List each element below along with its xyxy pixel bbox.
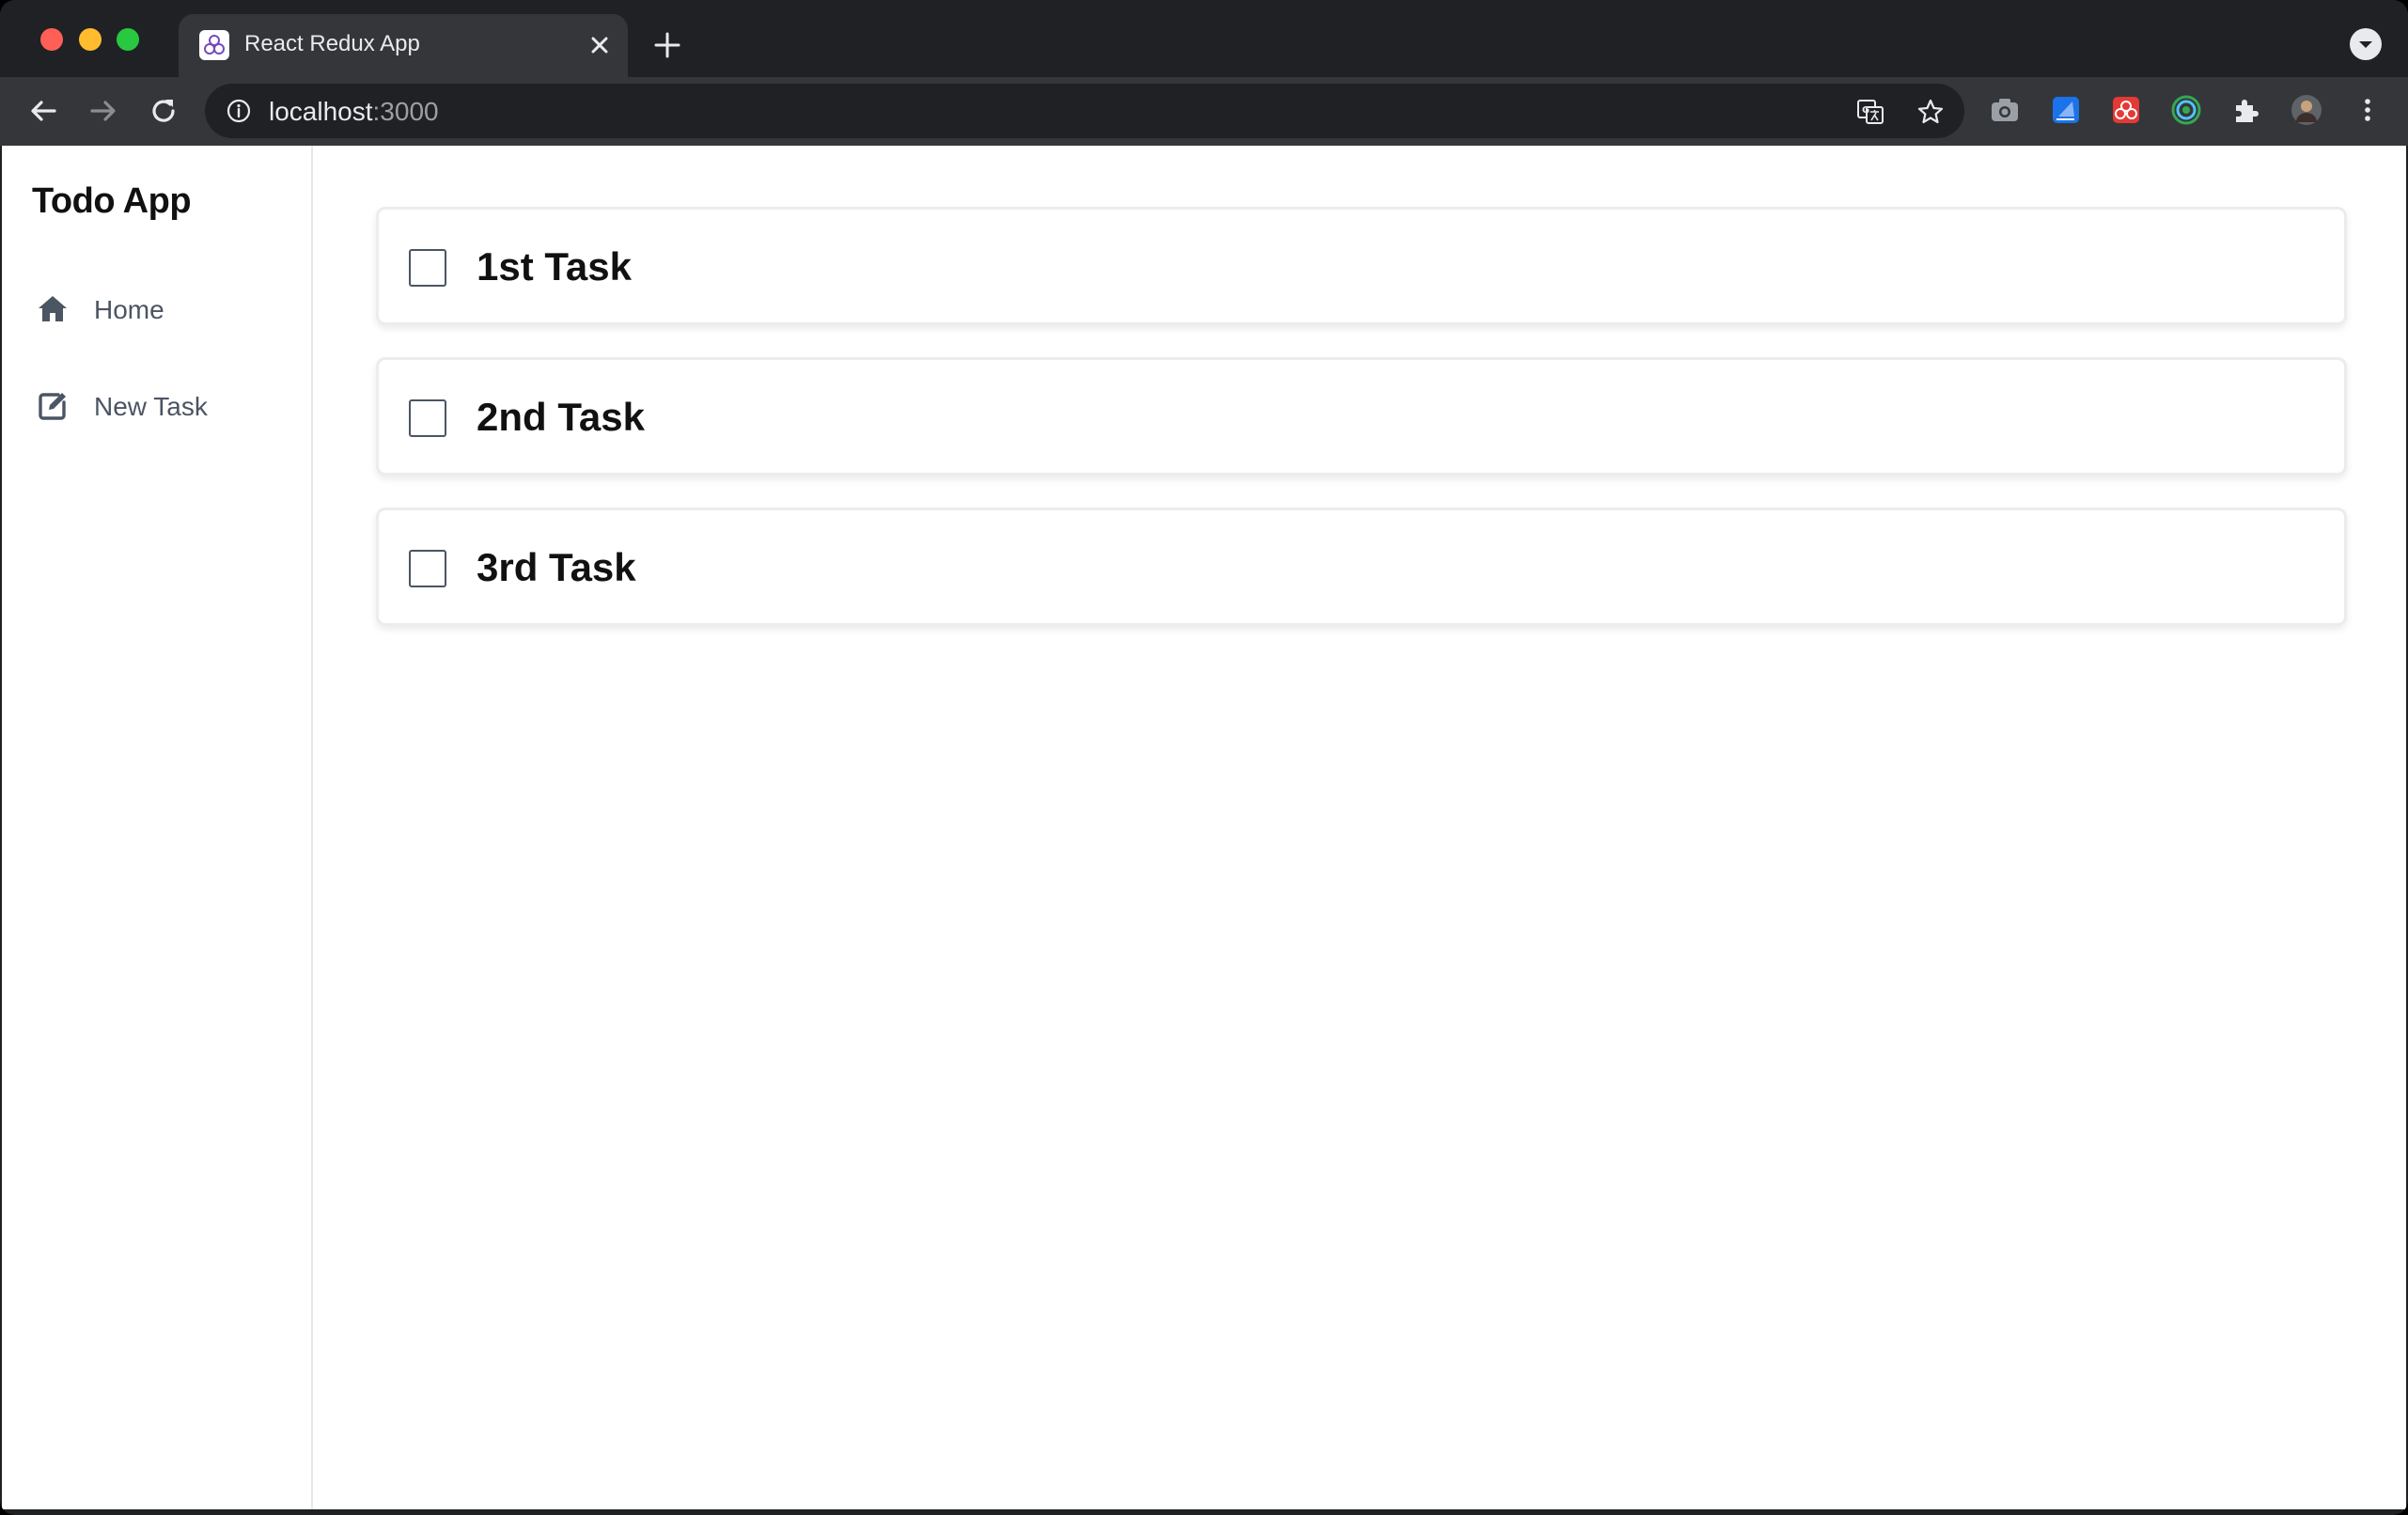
site-info-icon[interactable] bbox=[226, 98, 252, 124]
red-extension-icon[interactable] bbox=[2110, 94, 2142, 126]
profile-avatar[interactable] bbox=[2291, 94, 2322, 126]
home-icon bbox=[36, 292, 70, 326]
browser-window: React Redux App localhost:3000 G Todo Ap… bbox=[0, 0, 2408, 1515]
sidebar-item-home[interactable]: Home bbox=[32, 283, 295, 336]
browser-toolbar: localhost:3000 G bbox=[0, 77, 2408, 146]
task-title: 2nd Task bbox=[477, 395, 645, 439]
sidebar-item-label: New Task bbox=[94, 392, 208, 421]
task-checkbox[interactable] bbox=[409, 550, 446, 587]
forward-arrow-icon[interactable] bbox=[85, 92, 122, 130]
tab-search-icon[interactable] bbox=[2350, 28, 2382, 60]
task-title: 3rd Task bbox=[477, 545, 636, 589]
task-checkbox[interactable] bbox=[409, 249, 446, 287]
puzzle-icon[interactable] bbox=[2230, 94, 2262, 126]
new-tab-icon[interactable] bbox=[650, 28, 684, 62]
sidebar-item-label: Home bbox=[94, 295, 164, 324]
bookmark-star-icon[interactable] bbox=[1915, 97, 1946, 127]
page-viewport: Todo App Home New Task 1st Task 2nd Task… bbox=[2, 146, 2406, 1509]
close-window-button[interactable] bbox=[40, 28, 63, 51]
task-card: 2nd Task bbox=[376, 357, 2347, 476]
url-port: :3000 bbox=[372, 97, 439, 126]
browser-menu-icon[interactable] bbox=[2352, 94, 2384, 126]
address-bar[interactable]: localhost:3000 G bbox=[205, 84, 1964, 138]
url-text: localhost:3000 bbox=[269, 97, 439, 127]
url-host: localhost bbox=[269, 97, 373, 126]
reload-icon[interactable] bbox=[145, 92, 182, 130]
edit-icon bbox=[36, 389, 70, 423]
sidebar-item-new-task[interactable]: New Task bbox=[32, 380, 295, 432]
task-title: 1st Task bbox=[477, 244, 632, 289]
back-arrow-icon[interactable] bbox=[24, 92, 62, 130]
task-card: 3rd Task bbox=[376, 508, 2347, 626]
blue-extension-icon[interactable] bbox=[2050, 94, 2082, 126]
svg-text:G: G bbox=[1862, 105, 1869, 116]
translate-icon[interactable]: G bbox=[1855, 97, 1885, 127]
close-tab-icon[interactable] bbox=[585, 30, 615, 60]
task-checkbox[interactable] bbox=[409, 399, 446, 437]
minimize-window-button[interactable] bbox=[79, 28, 102, 51]
tab-strip: React Redux App bbox=[0, 0, 2408, 77]
app-title: Todo App bbox=[32, 181, 192, 221]
green-ring-extension-icon[interactable] bbox=[2170, 94, 2202, 126]
maximize-window-button[interactable] bbox=[117, 28, 139, 51]
browser-tab[interactable]: React Redux App bbox=[179, 14, 628, 77]
camera-icon[interactable] bbox=[1989, 94, 2021, 126]
redux-icon bbox=[199, 30, 229, 60]
tab-title: React Redux App bbox=[244, 31, 420, 56]
task-card: 1st Task bbox=[376, 207, 2347, 325]
sidebar: Todo App Home New Task bbox=[2, 146, 313, 1509]
